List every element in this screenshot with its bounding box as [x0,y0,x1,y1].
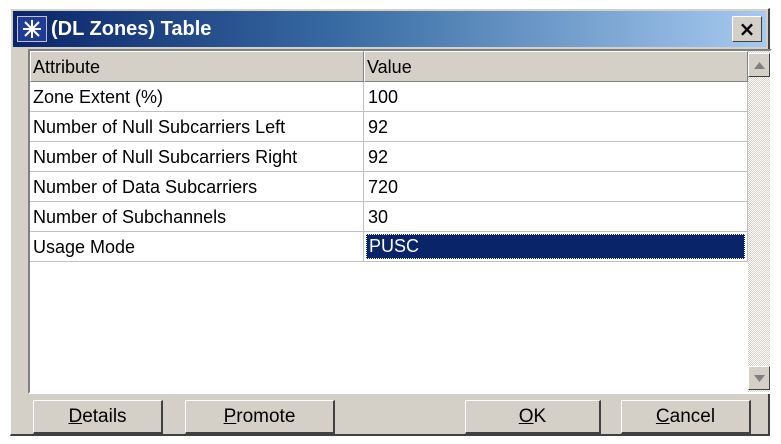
cancel-label: ancel [669,405,716,427]
promote-button[interactable]: Promote [185,400,335,434]
arrow-up-icon [753,61,765,69]
details-button[interactable]: Details [33,400,163,434]
table-row[interactable]: Number of Null Subcarriers Left 92 [30,112,748,142]
window-title: (DL Zones) Table [51,17,212,40]
attribute-cell[interactable]: Usage Mode [30,232,364,262]
table-row[interactable]: Zone Extent (%) 100 [30,82,748,112]
attribute-cell[interactable]: Number of Data Subcarriers [30,172,364,202]
column-header-value[interactable]: Value [364,51,748,82]
app-star-icon [17,16,47,42]
arrow-down-icon [753,374,765,382]
ok-mnemonic: O [518,405,534,427]
cancel-button[interactable]: Cancel [621,400,751,434]
scroll-down-button[interactable] [748,366,770,390]
attribute-cell[interactable]: Number of Null Subcarriers Right [30,142,364,172]
close-icon: × [738,17,756,41]
value-cell[interactable]: 92 [364,112,748,142]
value-cell[interactable]: 720 [364,172,748,202]
promote-label: romote [236,405,296,427]
table-header: Attribute Value [30,51,748,82]
attribute-cell[interactable]: Number of Null Subcarriers Left [30,112,364,142]
close-button[interactable]: × [732,16,762,42]
cancel-mnemonic: C [655,405,670,427]
value-cell[interactable]: 100 [364,82,748,112]
title-bar[interactable]: (DL Zones) Table × [13,11,766,47]
table-row[interactable]: Number of Null Subcarriers Right 92 [30,142,748,172]
attribute-cell[interactable]: Number of Subchannels [30,202,364,232]
scroll-up-button[interactable] [748,53,770,77]
attribute-table: Attribute Value Zone Extent (%) 100 Numb… [28,49,772,394]
details-label: etails [82,405,127,427]
table-row-selected[interactable]: Usage Mode PUSC [30,232,748,262]
ok-button[interactable]: OK [465,400,601,434]
selected-value-text[interactable]: PUSC [366,234,745,259]
table-row[interactable]: Number of Subchannels 30 [30,202,748,232]
details-mnemonic: D [68,405,83,427]
table-row[interactable]: Number of Data Subcarriers 720 [30,172,748,202]
value-cell[interactable]: 30 [364,202,748,232]
vertical-scrollbar[interactable] [748,51,770,392]
attribute-cell[interactable]: Zone Extent (%) [30,82,364,112]
table-grid: Attribute Value Zone Extent (%) 100 Numb… [30,51,748,392]
column-header-attribute[interactable]: Attribute [30,51,364,82]
value-cell[interactable]: 92 [364,142,748,172]
ok-label: K [533,405,547,427]
dialog-window: (DL Zones) Table × Attribute Value Zone … [10,8,772,436]
value-cell-selected[interactable]: PUSC [364,232,748,262]
promote-mnemonic: P [223,405,237,427]
